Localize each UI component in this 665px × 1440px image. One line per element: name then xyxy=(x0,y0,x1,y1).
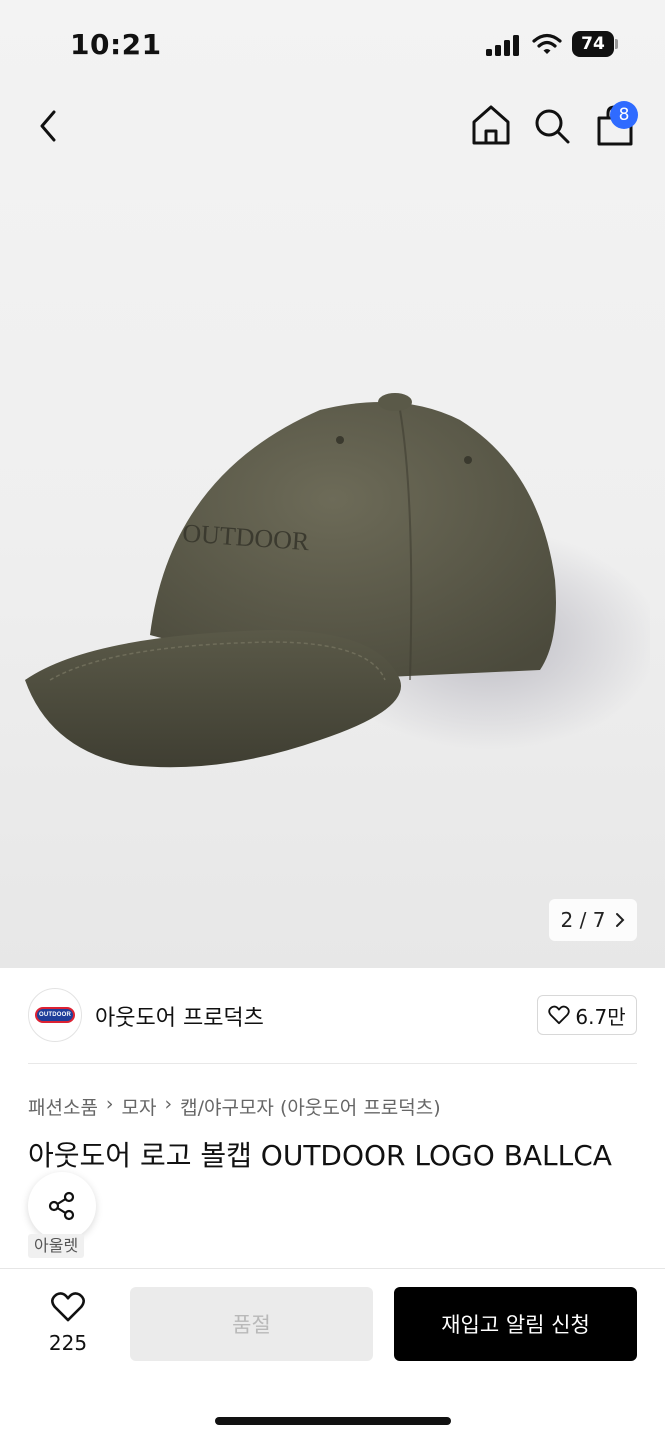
wifi-icon xyxy=(532,33,562,54)
product-title: 아웃도어 로고 볼캡 OUTDOOR LOGO BALLCA xyxy=(28,1139,612,1172)
search-icon[interactable] xyxy=(530,104,574,148)
wishlist-button[interactable]: 225 xyxy=(38,1291,98,1371)
battery-icon: 74 xyxy=(572,31,618,57)
brand-name[interactable]: 아웃도어 프로덕츠 xyxy=(95,1000,264,1032)
restock-notify-button[interactable]: 재입고 알림 신청 xyxy=(394,1287,637,1361)
share-button[interactable] xyxy=(28,1172,96,1240)
status-time: 10:21 xyxy=(70,28,162,61)
cellular-signal-icon xyxy=(486,35,519,56)
pager-text: 2 / 7 xyxy=(560,908,606,932)
breadcrumb-item[interactable]: 캡/야구모자 (아웃도어 프로덕츠) xyxy=(180,1093,441,1120)
brand-like-button[interactable]: 6.7만 xyxy=(537,995,637,1035)
soldout-button: 품절 xyxy=(130,1287,373,1361)
brand-like-count: 6.7만 xyxy=(575,1004,626,1029)
back-icon[interactable] xyxy=(30,104,70,148)
breadcrumb-item[interactable]: 패션소품 xyxy=(28,1093,98,1120)
divider xyxy=(28,1063,637,1064)
chevron-right-icon xyxy=(616,913,625,927)
heart-icon xyxy=(51,1292,85,1322)
cart-count-badge: 8 xyxy=(610,101,638,129)
brand-logo[interactable]: OUTDOOR xyxy=(28,988,82,1042)
product-image-gallery[interactable]: 10:21 74 8 OUTDOOR 2 / 7 xyxy=(0,0,665,968)
chevron-right-icon: › xyxy=(164,1093,173,1115)
breadcrumb-item[interactable]: 모자 xyxy=(122,1093,157,1120)
home-indicator xyxy=(215,1417,451,1425)
brand-logo-text: OUTDOOR xyxy=(38,1012,72,1018)
share-icon xyxy=(48,1191,75,1221)
product-photo-cap: OUTDOOR xyxy=(25,393,650,768)
heart-icon xyxy=(548,1005,571,1025)
brand-row[interactable]: OUTDOOR 아웃도어 프로덕츠 6.7만 xyxy=(28,988,637,1044)
home-icon[interactable] xyxy=(468,102,514,148)
battery-level: 74 xyxy=(572,31,614,57)
bottom-action-bar: 225 품절 재입고 알림 신청 xyxy=(0,1268,665,1440)
wishlist-count: 225 xyxy=(48,1331,88,1355)
breadcrumb: 패션소품 › 모자 › 캡/야구모자 (아웃도어 프로덕츠) xyxy=(28,1093,441,1120)
outlet-tag: 아울렛 xyxy=(28,1234,85,1258)
status-bar: 10:21 74 xyxy=(0,0,665,90)
chevron-right-icon: › xyxy=(105,1093,114,1115)
gallery-pager[interactable]: 2 / 7 xyxy=(549,899,637,941)
